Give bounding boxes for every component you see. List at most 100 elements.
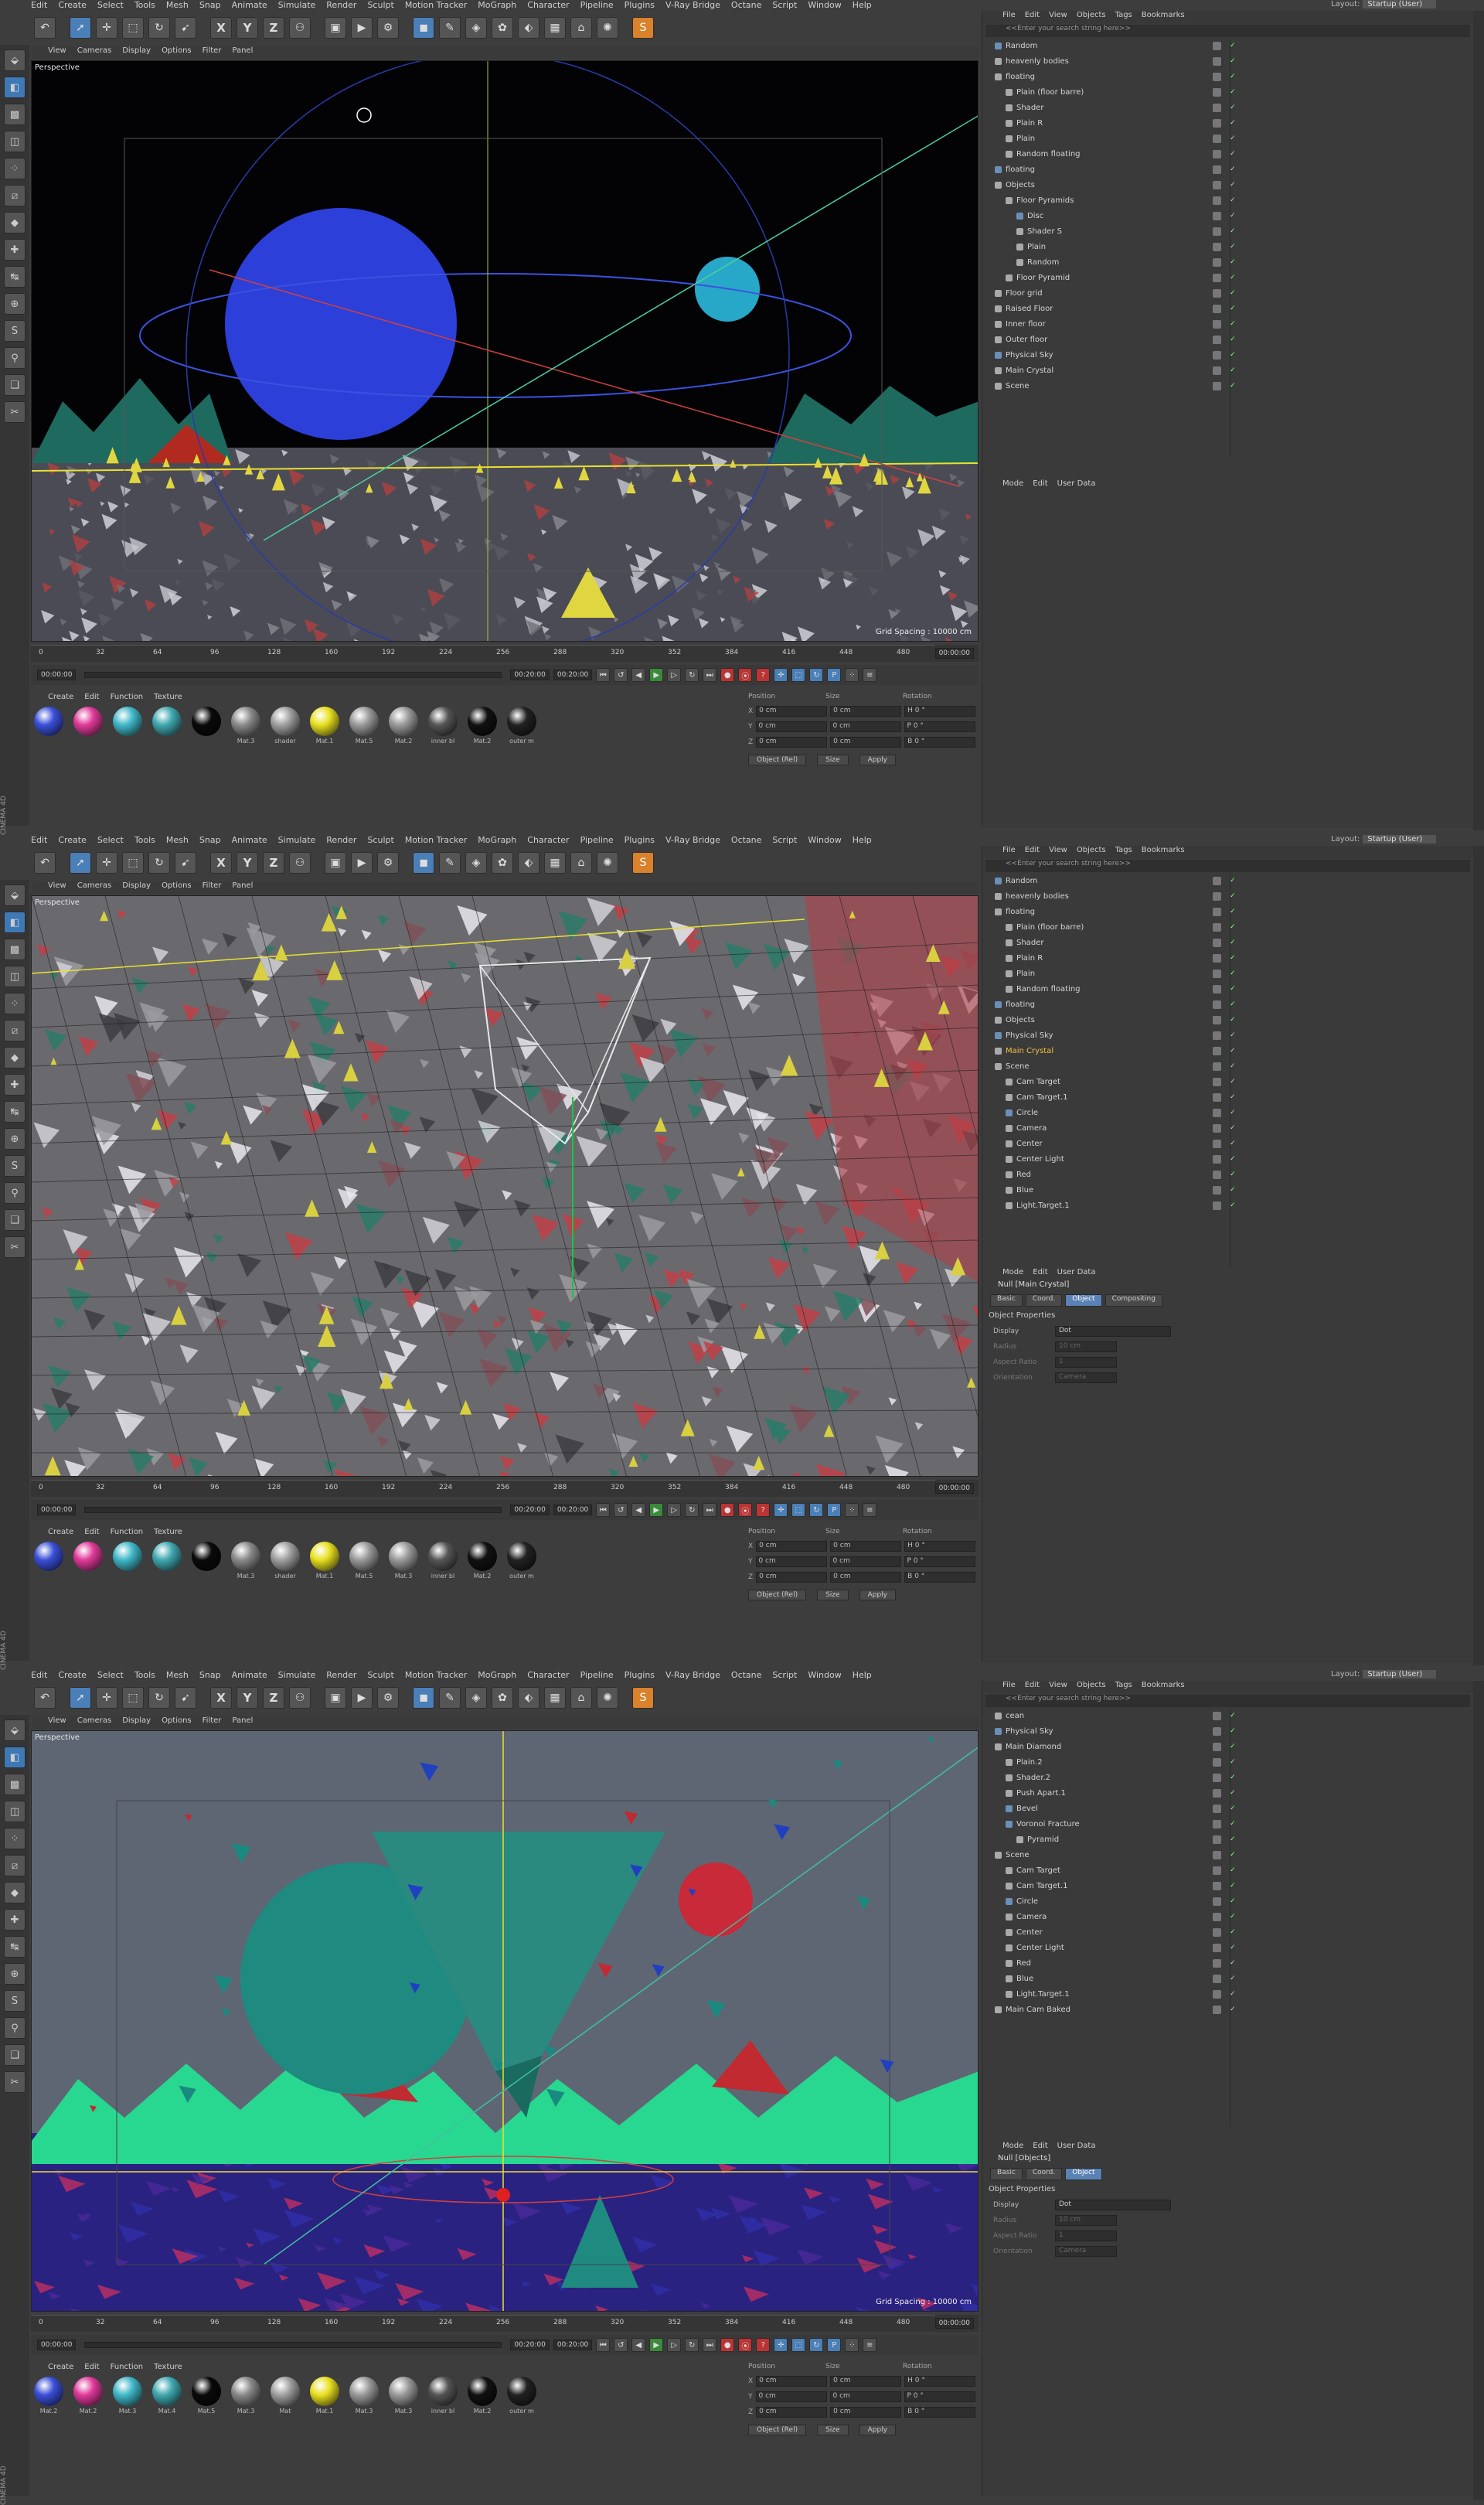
deformer-button[interactable]: ⬖ [518,1687,539,1709]
om-menu-file[interactable]: File [1002,846,1016,858]
play-button[interactable]: ▶ [649,668,664,682]
menu-create[interactable]: Create [58,0,87,11]
script-button[interactable]: S [632,1687,654,1709]
om-menu-bookmarks[interactable]: Bookmarks [1142,11,1185,23]
object-row[interactable]: Center ✓ [982,1137,1473,1152]
coord-field-x-2[interactable]: H 0 ° [904,1541,976,1552]
object-row[interactable]: Center ✓ [982,1925,1473,1941]
texture-mode-button[interactable]: ▩ [4,104,26,125]
attr-menu-edit[interactable]: Edit [1033,2142,1047,2154]
camera-button[interactable]: ⌂ [570,852,592,874]
menu-render[interactable]: Render [326,835,356,846]
render-settings-button[interactable]: ⚙ [377,852,399,874]
points-mode-button[interactable]: ⁘ [4,993,26,1014]
material-swatch[interactable] [190,1542,223,1588]
attr-menu-user-data[interactable]: User Data [1057,479,1096,492]
autokey-button[interactable]: ⦿ [738,668,753,682]
live-selection-button[interactable]: ➚ [70,17,91,39]
attr-menu-edit[interactable]: Edit [1033,1268,1047,1280]
material-swatch[interactable]: Mat.2 [72,2377,104,2423]
tab-compositing[interactable]: Compositing [1104,1294,1162,1307]
menu-sculpt[interactable]: Sculpt [367,0,393,11]
material-swatch[interactable] [111,707,144,753]
material-swatch[interactable]: Mat.3 [387,1542,420,1588]
object-row[interactable]: heavenly bodies ✓ [982,889,1473,905]
viewport-menu-options[interactable]: Options [162,46,192,59]
menu-pipeline[interactable]: Pipeline [580,0,614,11]
object-row[interactable]: Plain ✓ [982,966,1473,982]
start-time-field[interactable]: 00:00:00 [37,1505,77,1515]
object-row[interactable]: Disc ✓ [982,209,1473,224]
material-swatch[interactable]: Mat.2 [387,707,420,753]
layout-selector[interactable]: Layout: Startup (User) [1331,0,1437,9]
menu-sculpt[interactable]: Sculpt [367,1670,393,1681]
tweak-mode-button[interactable]: ↹ [4,1101,26,1123]
object-row[interactable]: Shader ✓ [982,936,1473,951]
object-row[interactable]: Plain R ✓ [982,951,1473,966]
om-menu-tags[interactable]: Tags [1115,846,1132,858]
tab-basic[interactable]: Basic [990,1294,1023,1307]
menu-animate[interactable]: Animate [232,1670,267,1681]
coord-button-1[interactable]: Size [817,1590,849,1600]
workplane-button[interactable]: ◫ [4,966,26,987]
cloner-button[interactable]: ✿ [492,1687,513,1709]
perspective-viewport[interactable]: Perspective [31,895,979,1477]
material-swatch[interactable] [32,707,65,753]
object-search-input[interactable]: <<Enter your search string here>> [985,860,1470,872]
light-button[interactable]: ✺ [597,17,618,39]
scale-key-button[interactable]: ⬚ [791,1503,806,1517]
coord-field-y-2[interactable]: P 0 ° [904,2391,975,2402]
material-swatch[interactable]: Mat.5 [348,1542,380,1588]
workplane-button[interactable]: ◫ [4,1801,26,1822]
viewport-menu-display[interactable]: Display [122,46,151,59]
menu-render[interactable]: Render [326,1670,356,1681]
layout-value[interactable]: Startup (User) [1363,835,1437,844]
scale-button[interactable]: ⬚ [122,1687,144,1709]
om-menu-view[interactable]: View [1049,11,1067,23]
object-row[interactable]: Random ✓ [982,255,1473,271]
property-value[interactable]: 10 cm [1055,1341,1117,1352]
object-row[interactable]: Shader S ✓ [982,224,1473,240]
coord-field-x-2[interactable]: H 0 ° [904,706,976,717]
object-row[interactable]: Physical Sky ✓ [982,1028,1473,1044]
menu-simulate[interactable]: Simulate [278,835,316,846]
property-value[interactable]: Camera [1055,1372,1117,1383]
menu-script[interactable]: Script [772,835,797,846]
texture-mode-button[interactable]: ▩ [4,1774,26,1795]
coord-field-y-1[interactable]: 0 cm [829,1556,901,1567]
menu-pipeline[interactable]: Pipeline [580,1670,614,1681]
object-row[interactable]: Plain ✓ [982,240,1473,255]
object-row[interactable]: Physical Sky ✓ [982,1724,1473,1740]
scale-key-button[interactable]: ⬚ [791,668,806,682]
timeline-ruler[interactable]: 0 32 64 96 128 160 192 224 256 288 320 352 384 416 448… [31,645,979,662]
render-region-button[interactable]: ▣ [325,1687,346,1709]
z-axis-button[interactable]: Z [263,852,284,874]
autokey-button[interactable]: ⦿ [738,2338,753,2352]
layout-selector[interactable]: Layout: Startup (User) [1331,835,1437,844]
coord-button-0[interactable]: Object (Rel) [748,1590,807,1600]
menu-mograph[interactable]: MoGraph [478,835,516,846]
coord-button-2[interactable]: Apply [859,755,896,765]
cloner-button[interactable]: ✿ [492,852,513,874]
object-row[interactable]: Center Light ✓ [982,1941,1473,1956]
menu-snap[interactable]: Snap [199,1670,221,1681]
object-row[interactable]: Main Crystal ✓ [982,1044,1473,1059]
object-row[interactable]: Shader ✓ [982,101,1473,116]
coord-field-z-2[interactable]: B 0 ° [904,2407,976,2418]
viewport-menu-cameras[interactable]: Cameras [77,881,111,894]
timeline-ruler[interactable]: 0 32 64 96 128 160 192 224 256 288 320 352 384 416 448… [31,1480,979,1497]
tweak-mode-button[interactable]: ↹ [4,266,26,288]
menu-window[interactable]: Window [808,835,841,846]
axis-mode-button[interactable]: ✚ [4,1074,26,1096]
current-frame-field[interactable]: 00:00:00 [934,2318,974,2329]
material-swatch[interactable]: Mat.2 [466,707,499,753]
material-swatch[interactable]: outer m [505,1542,538,1588]
material-menu-texture[interactable]: Texture [154,1528,182,1539]
knife-button[interactable]: ✂ [4,401,26,423]
make-editable-button[interactable]: ⬙ [4,884,26,906]
render-settings-button[interactable]: ⚙ [377,1687,399,1709]
end-time-field[interactable]: 00:20:00 [510,1505,550,1515]
brush-button[interactable]: ❏ [4,1209,26,1231]
coord-field-x-1[interactable]: 0 cm [830,1541,902,1552]
om-menu-tags[interactable]: Tags [1115,11,1132,23]
